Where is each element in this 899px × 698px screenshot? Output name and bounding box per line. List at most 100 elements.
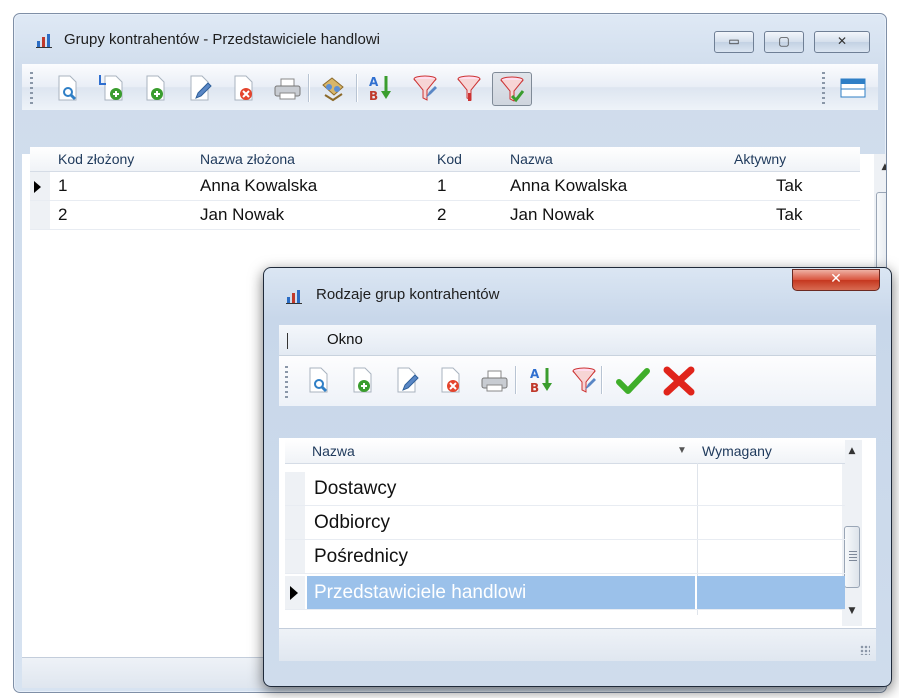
edit-icon xyxy=(397,367,419,393)
filter-icon xyxy=(457,75,481,101)
filter-edit-button[interactable] xyxy=(567,364,601,398)
sort-az-icon: AB xyxy=(369,75,391,103)
links-button[interactable] xyxy=(316,72,350,106)
list-item[interactable]: Odbiorcy xyxy=(285,506,845,540)
list-item-selected[interactable]: Przedstawiciele handlowi xyxy=(285,576,845,610)
scroll-up-icon[interactable]: ▲ xyxy=(842,446,862,456)
toolbar-grip[interactable] xyxy=(822,72,825,104)
toolbar-separator xyxy=(601,366,602,394)
delete-icon xyxy=(234,75,253,101)
toolbar-grip[interactable] xyxy=(30,72,33,104)
close-icon: ✕ xyxy=(836,34,848,48)
menu-grip xyxy=(287,333,288,349)
close-icon: ✕ xyxy=(830,271,842,287)
list-item[interactable]: Dostawcy xyxy=(285,472,845,506)
links-icon xyxy=(322,77,344,102)
dialog-status-bar xyxy=(279,628,876,661)
print-button[interactable] xyxy=(270,72,304,106)
table-row[interactable]: 1 Anna Kowalska 1 Anna Kowalska Tak xyxy=(30,172,860,201)
delete-icon xyxy=(441,367,460,393)
cell-aktywny: Tak xyxy=(776,176,803,195)
accept-icon xyxy=(616,368,650,394)
cancel-button[interactable] xyxy=(659,364,699,398)
row-indicator xyxy=(285,506,305,539)
scroll-down-icon[interactable]: ▼ xyxy=(842,606,862,616)
preview-icon xyxy=(58,75,77,101)
maximize-button[interactable]: ▢ xyxy=(764,31,804,53)
filter-button[interactable] xyxy=(452,72,486,106)
svg-text:B: B xyxy=(530,381,539,395)
filter-edit-icon xyxy=(572,367,596,393)
column-header-nazwa[interactable]: Nazwa xyxy=(510,147,553,171)
add-button[interactable] xyxy=(345,364,379,398)
add-button[interactable] xyxy=(138,72,172,106)
toolbar-separator xyxy=(515,366,516,394)
add-child-button[interactable] xyxy=(94,72,128,106)
cell-nazwa: Dostawcy xyxy=(314,478,397,499)
toolbar-separator xyxy=(308,74,309,102)
toolbar-separator xyxy=(356,74,357,102)
column-header-wymagany[interactable]: Wymagany xyxy=(702,439,772,463)
dialog-grid-scrollbar[interactable]: ▲ ▼ xyxy=(842,440,862,626)
dialog-grid-header: Nazwa ▼ Wymagany xyxy=(285,439,845,464)
filter-edit-button[interactable] xyxy=(408,72,442,106)
svg-text:B: B xyxy=(369,89,378,103)
delete-button[interactable] xyxy=(433,364,467,398)
table-row[interactable]: 2 Jan Nowak 2 Jan Nowak Tak xyxy=(30,201,860,230)
svg-text:A: A xyxy=(530,367,540,381)
filter-active-icon xyxy=(500,76,525,103)
preview-button[interactable] xyxy=(50,72,84,106)
app-chart-icon xyxy=(286,288,302,304)
dialog-close-button[interactable]: ✕ xyxy=(792,269,880,291)
window-title: Grupy kontrahentów - Przedstawiciele han… xyxy=(64,31,380,48)
cell-nazwa: Odbiorcy xyxy=(314,512,391,533)
thumb-grip xyxy=(849,551,857,561)
filter-active-button[interactable] xyxy=(492,72,532,106)
cell-aktywny: Tak xyxy=(776,205,803,224)
add-icon xyxy=(353,367,372,393)
column-header-nazwa[interactable]: Nazwa xyxy=(312,439,355,463)
print-button[interactable] xyxy=(477,364,511,398)
menu-okno[interactable]: Okno xyxy=(327,331,363,348)
selection-highlight xyxy=(697,576,845,609)
delete-button[interactable] xyxy=(226,72,260,106)
minimize-icon: ▭ xyxy=(728,34,740,48)
sort-button[interactable]: AB xyxy=(364,72,398,106)
edit-button[interactable] xyxy=(389,364,423,398)
sort-desc-icon: ▼ xyxy=(677,445,687,456)
dialog-menubar: Okno xyxy=(279,325,876,356)
cell-kod-zlozony: 2 xyxy=(58,205,68,224)
cell-nazwa: Przedstawiciele handlowi xyxy=(314,582,527,603)
resize-grip-icon[interactable] xyxy=(860,645,870,655)
row-indicator xyxy=(30,172,50,200)
column-header-kod-zlozony[interactable]: Kod złożony xyxy=(58,147,134,171)
cancel-icon xyxy=(663,366,695,396)
preview-icon xyxy=(309,367,328,393)
preview-button[interactable] xyxy=(301,364,335,398)
main-toolbar: AB xyxy=(22,64,878,110)
row-indicator xyxy=(285,540,305,573)
print-icon xyxy=(481,370,508,392)
print-icon xyxy=(274,78,301,100)
svg-text:A: A xyxy=(369,75,379,89)
cell-kod-zlozony: 1 xyxy=(58,176,68,195)
maximize-icon: ▢ xyxy=(778,34,790,48)
main-titlebar[interactable]: Grupy kontrahentów - Przedstawiciele han… xyxy=(14,14,886,56)
close-button[interactable]: ✕ xyxy=(814,31,870,53)
column-header-nazwa-zlozona[interactable]: Nazwa złożona xyxy=(200,147,295,171)
column-header-aktywny[interactable]: Aktywny xyxy=(734,147,786,171)
layout-icon xyxy=(840,78,866,98)
layout-button[interactable] xyxy=(836,72,870,106)
scroll-up-icon[interactable]: ▲ xyxy=(874,162,886,172)
column-header-kod[interactable]: Kod xyxy=(437,147,462,171)
edit-button[interactable] xyxy=(182,72,216,106)
app-chart-icon xyxy=(36,32,52,48)
list-item[interactable]: Pośrednicy xyxy=(285,540,845,574)
row-indicator xyxy=(30,201,50,229)
accept-button[interactable] xyxy=(613,364,653,398)
minimize-button[interactable]: ▭ xyxy=(714,31,754,53)
filter-edit-icon xyxy=(413,75,437,101)
toolbar-grip[interactable] xyxy=(285,366,288,398)
sort-button[interactable]: AB xyxy=(525,364,559,398)
scroll-thumb[interactable] xyxy=(844,526,860,588)
